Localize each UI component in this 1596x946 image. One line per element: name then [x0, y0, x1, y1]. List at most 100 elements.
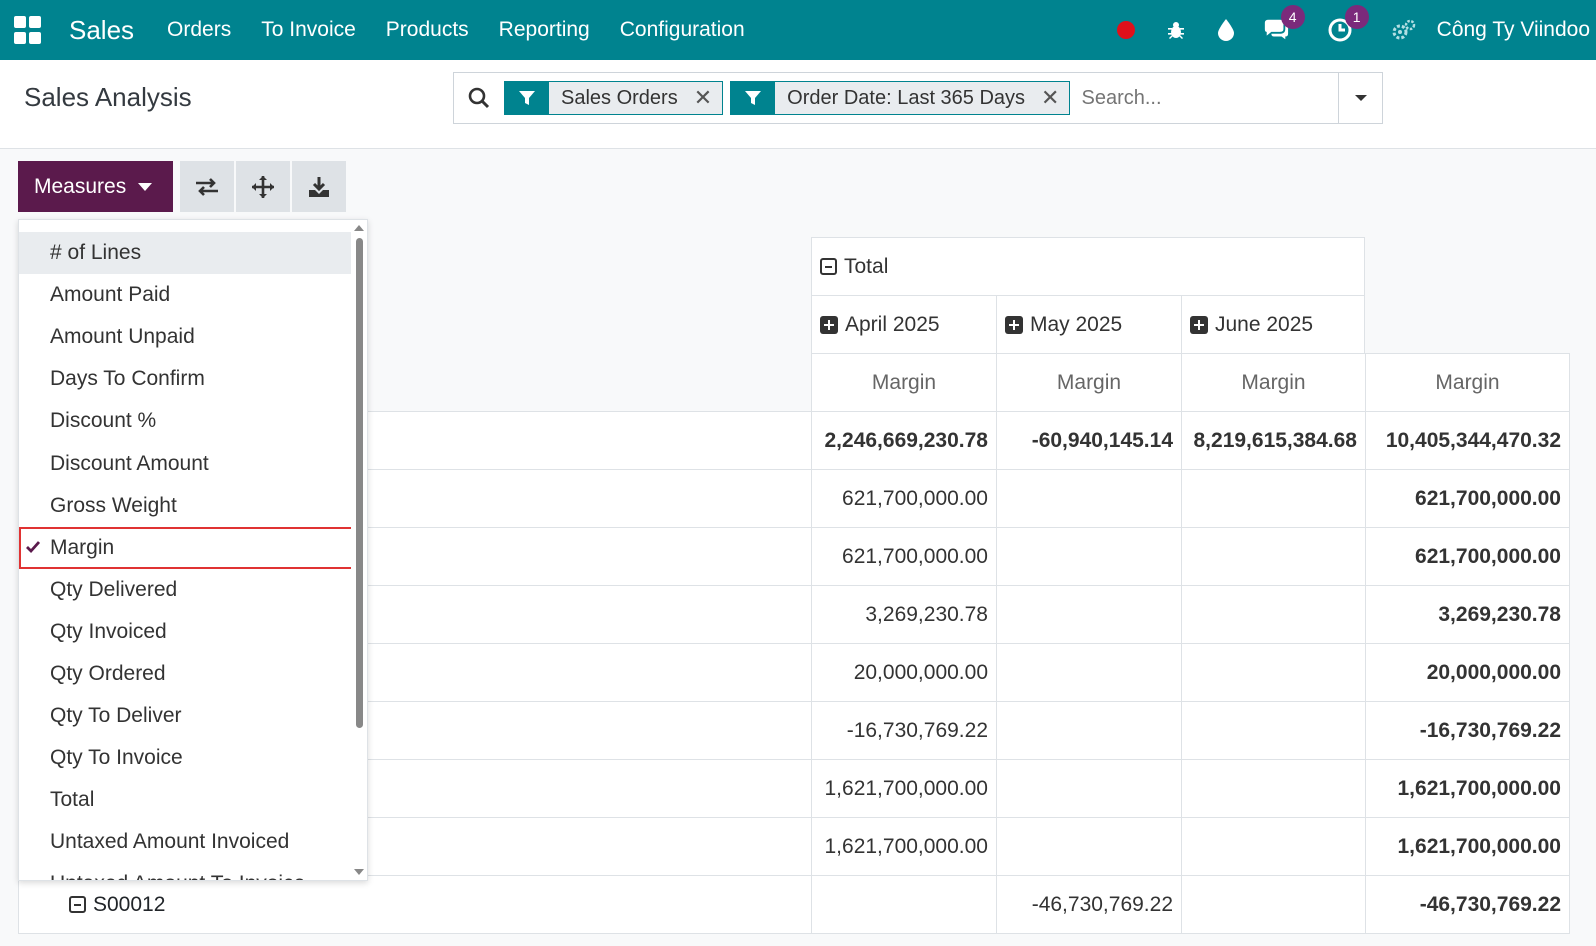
- measure-header[interactable]: Margin: [1365, 353, 1570, 412]
- measure-header[interactable]: Margin: [996, 353, 1182, 412]
- company-switcher[interactable]: Công Ty Viindoo: [1437, 18, 1590, 42]
- pivot-cell[interactable]: 621,700,000.00: [1365, 469, 1570, 528]
- pivot-cell[interactable]: [996, 643, 1182, 702]
- measure-item-label: Margin: [50, 535, 115, 559]
- pivot-cell[interactable]: -16,730,769.22: [1365, 701, 1570, 760]
- systray: 4 1 Công Ty Viindoo: [1101, 0, 1596, 60]
- menu-products[interactable]: Products: [386, 18, 469, 42]
- menu-orders[interactable]: Orders: [167, 18, 231, 42]
- pivot-cell[interactable]: -60,940,145.14: [996, 411, 1182, 470]
- debug-bug-icon[interactable]: [1163, 17, 1189, 43]
- pivot-cell[interactable]: [1181, 527, 1366, 586]
- facet-label: Order Date: Last 365 Days: [787, 86, 1026, 109]
- pivot-cell[interactable]: 3,269,230.78: [811, 585, 997, 644]
- pivot-cell[interactable]: -46,730,769.22: [996, 875, 1182, 934]
- measure-item[interactable]: Amount Unpaid: [19, 316, 353, 358]
- dropdown-scrollbar[interactable]: [351, 220, 367, 880]
- measure-item[interactable]: # of Lines: [19, 232, 353, 275]
- scroll-up-arrow-icon[interactable]: [354, 225, 364, 231]
- row-header-label: S00012: [93, 892, 166, 916]
- pivot-cell[interactable]: 3,269,230.78: [1365, 585, 1570, 644]
- measure-item[interactable]: Gross Weight: [19, 485, 353, 527]
- header-total[interactable]: Total: [811, 237, 1365, 296]
- measure-item[interactable]: Untaxed Amount To Invoice: [19, 863, 353, 880]
- pivot-cell[interactable]: [1181, 643, 1366, 702]
- pivot-cell[interactable]: 1,621,700,000.00: [1365, 759, 1570, 818]
- measure-item[interactable]: Qty Delivered: [19, 569, 353, 611]
- header-may-2025[interactable]: May 2025: [996, 295, 1182, 354]
- menu-configuration[interactable]: Configuration: [620, 18, 745, 42]
- remove-facet-icon[interactable]: ✕: [1041, 85, 1059, 111]
- pivot-cell[interactable]: [996, 759, 1182, 818]
- record-icon[interactable]: [1113, 17, 1139, 43]
- header-april-2025[interactable]: April 2025: [811, 295, 997, 354]
- pivot-cell[interactable]: [996, 585, 1182, 644]
- pivot-cell[interactable]: [1181, 759, 1366, 818]
- search-options-toggle[interactable]: [1338, 73, 1382, 123]
- pivot-cell[interactable]: 2,246,669,230.78: [811, 411, 997, 470]
- pivot-cell[interactable]: [996, 469, 1182, 528]
- pivot-cell[interactable]: [811, 875, 997, 934]
- pivot-cell[interactable]: 621,700,000.00: [811, 527, 997, 586]
- header-june-2025[interactable]: June 2025: [1181, 295, 1365, 354]
- scroll-thumb[interactable]: [356, 238, 363, 728]
- pivot-cell[interactable]: 1,621,700,000.00: [1365, 817, 1570, 876]
- measure-item-label: Total: [50, 788, 95, 812]
- measure-item[interactable]: Qty Invoiced: [19, 611, 353, 653]
- pivot-cell[interactable]: 621,700,000.00: [1365, 527, 1570, 586]
- download-button[interactable]: [292, 161, 346, 212]
- messages-icon[interactable]: 4: [1263, 5, 1305, 43]
- pivot-cell[interactable]: 621,700,000.00: [811, 469, 997, 528]
- pivot-cell[interactable]: -16,730,769.22: [811, 701, 997, 760]
- pivot-cell[interactable]: [1181, 817, 1366, 876]
- measure-item[interactable]: Amount Paid: [19, 274, 353, 316]
- measure-item-margin[interactable]: Margin: [19, 526, 353, 569]
- measure-item-label: Untaxed Amount To Invoice: [50, 872, 305, 880]
- pivot-cell[interactable]: 1,621,700,000.00: [811, 817, 997, 876]
- pivot-cell[interactable]: [1181, 585, 1366, 644]
- expand-all-button[interactable]: [236, 161, 290, 212]
- activities-clock-icon[interactable]: 1: [1327, 5, 1369, 43]
- header-month-label: June 2025: [1215, 312, 1314, 336]
- measure-item[interactable]: Qty To Deliver: [19, 695, 353, 737]
- pivot-cell[interactable]: [996, 817, 1182, 876]
- measure-header[interactable]: Margin: [1181, 353, 1366, 412]
- pivot-cell[interactable]: 10,405,344,470.32: [1365, 411, 1570, 470]
- menu-reporting[interactable]: Reporting: [499, 18, 590, 42]
- pivot-cell[interactable]: 20,000,000.00: [811, 643, 997, 702]
- measure-item[interactable]: Untaxed Amount Invoiced: [19, 821, 353, 863]
- measure-item[interactable]: Discount Amount: [19, 442, 353, 484]
- pivot-cell[interactable]: 8,219,615,384.68: [1181, 411, 1366, 470]
- menu-to-invoice[interactable]: To Invoice: [261, 18, 356, 42]
- measure-item[interactable]: Days To Confirm: [19, 358, 353, 400]
- measure-item[interactable]: Total: [19, 779, 353, 821]
- search-input[interactable]: [1077, 78, 1358, 118]
- measure-header[interactable]: Margin: [811, 353, 997, 412]
- pivot-cell[interactable]: [996, 527, 1182, 586]
- pivot-cell[interactable]: [1181, 469, 1366, 528]
- control-panel: Sales Analysis Sales Orders ✕ Order Date…: [0, 60, 1596, 149]
- header-month-label: April 2025: [845, 312, 940, 336]
- pivot-cell[interactable]: [1181, 875, 1366, 934]
- measures-button[interactable]: Measures: [18, 161, 173, 212]
- pivot-cell[interactable]: [996, 701, 1182, 760]
- measure-item-label: Qty Ordered: [50, 661, 166, 685]
- activities-badge: 1: [1344, 5, 1369, 29]
- measure-item-label: Amount Unpaid: [50, 325, 195, 349]
- measure-item[interactable]: Qty Ordered: [19, 653, 353, 695]
- pivot-cell[interactable]: -46,730,769.22: [1365, 875, 1570, 934]
- row-header-s00012[interactable]: S00012: [18, 875, 812, 934]
- app-name[interactable]: Sales: [69, 15, 134, 46]
- theme-drop-icon[interactable]: [1213, 17, 1239, 43]
- pivot-cell[interactable]: 1,621,700,000.00: [811, 759, 997, 818]
- settings-gears-icon[interactable]: [1391, 17, 1417, 43]
- apps-menu-icon[interactable]: [14, 16, 42, 44]
- pivot-cell[interactable]: [1181, 701, 1366, 760]
- remove-facet-icon[interactable]: ✕: [694, 85, 712, 111]
- search-icon[interactable]: [454, 86, 504, 110]
- scroll-down-arrow-icon[interactable]: [354, 869, 364, 875]
- measure-item[interactable]: Qty To Invoice: [19, 737, 353, 779]
- flip-axis-button[interactable]: [180, 161, 234, 212]
- measure-item[interactable]: Discount %: [19, 400, 353, 442]
- pivot-cell[interactable]: 20,000,000.00: [1365, 643, 1570, 702]
